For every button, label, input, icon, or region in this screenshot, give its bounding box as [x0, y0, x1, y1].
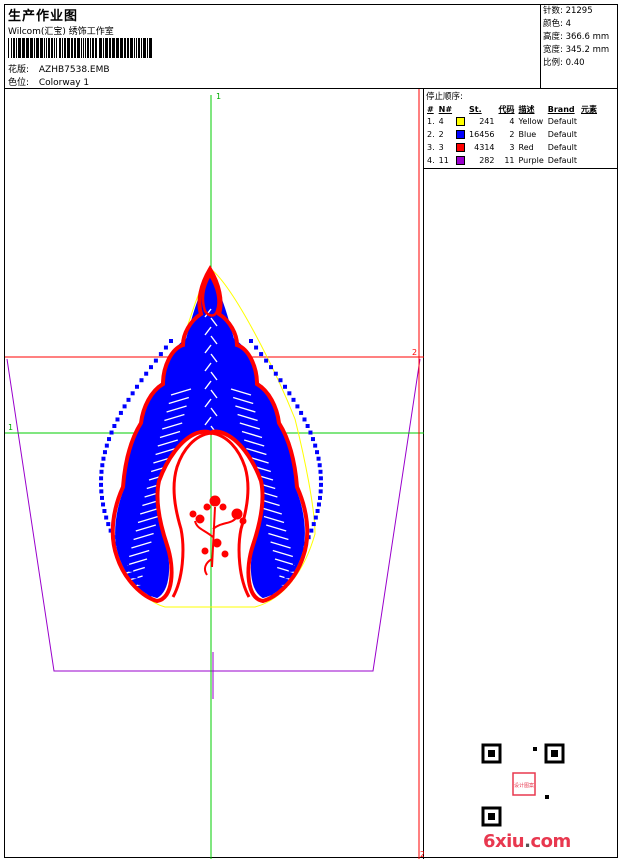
- table-row: 2. 2 16456 2 Blue Default: [427, 130, 577, 139]
- col-swatch: [454, 103, 467, 115]
- stop-sequence-title: 停止顺序:: [426, 92, 463, 102]
- red-floral-motif: [189, 495, 247, 576]
- thread-table: # N# St. 代码 描述 Brand 元素 1. 4 241 4 Yellow D…: [425, 103, 599, 167]
- col-code: 代码: [498, 104, 515, 114]
- company-name: Wilcom(汇宝) 绣饰工作室: [8, 27, 114, 37]
- colorway-value: Colorway 1: [38, 78, 90, 88]
- design-row: 花版: AZHB7538.EMB: [8, 62, 110, 75]
- stat-height: 高度: 366.6 mm: [543, 32, 610, 42]
- stat-colors: 颜色: 4: [543, 19, 571, 29]
- qr-code-icon: 设计图案: [481, 743, 565, 827]
- guide-v1-label: 1: [216, 92, 221, 101]
- col-stitches: St.: [469, 104, 482, 114]
- guide-v2-label: 2: [420, 850, 424, 859]
- stats-box: 针数: 21295 颜色: 4 高度: 366.6 mm 宽度: 345.2 m…: [540, 5, 617, 89]
- sheet-title: 生产作业图: [8, 9, 79, 24]
- colorway-row: 色位: Colorway 1: [8, 75, 89, 88]
- color-swatch: [456, 156, 466, 165]
- col-n: N#: [438, 104, 453, 114]
- col-index: #: [427, 104, 434, 114]
- stat-width: 宽度: 345.2 mm: [543, 45, 610, 55]
- production-sheet: 生产作业图 Wilcom(汇宝) 绣饰工作室 花版: AZHB7538.EMB …: [4, 4, 618, 859]
- colorway-label: 色位:: [8, 78, 30, 88]
- qr-stamp: 设计图案: [514, 782, 534, 789]
- color-swatch: [456, 130, 466, 139]
- stop-sequence-panel: 停止顺序: # N# St. 代码 描述 Brand 元素 1. 4 241 4 Y…: [424, 89, 617, 169]
- design-value: AZHB7538.EMB: [38, 65, 110, 75]
- table-row: 3. 3 4314 3 Red Default: [427, 143, 577, 152]
- col-element: 元素: [581, 104, 597, 114]
- col-brand: Brand: [547, 104, 575, 114]
- thread-table-header: # N# St. 代码 描述 Brand 元素: [425, 103, 599, 115]
- site-logo: 6xiu.com: [483, 831, 571, 852]
- table-row: 4. 11 282 11 Purple Default: [427, 156, 577, 165]
- stat-stitches: 针数: 21295: [543, 6, 593, 16]
- guide-h2-label: 2: [412, 348, 417, 357]
- guide-h1-label: 1: [8, 423, 13, 432]
- design-canvas: 1 1 2 2: [5, 89, 425, 859]
- design-label: 花版:: [8, 65, 30, 75]
- embroidery-preview: 1 1 2 2: [5, 89, 425, 859]
- color-swatch: [456, 117, 466, 126]
- stat-scale: 比例: 0.40: [543, 58, 585, 68]
- barcode-icon: [8, 38, 152, 58]
- col-desc: 描述: [518, 104, 535, 114]
- red-inner-arch-right: [210, 431, 251, 598]
- color-swatch: [456, 143, 466, 152]
- table-row: 1. 4 241 4 Yellow Default: [427, 117, 577, 126]
- sheet-header: 生产作业图 Wilcom(汇宝) 绣饰工作室 花版: AZHB7538.EMB …: [5, 5, 617, 89]
